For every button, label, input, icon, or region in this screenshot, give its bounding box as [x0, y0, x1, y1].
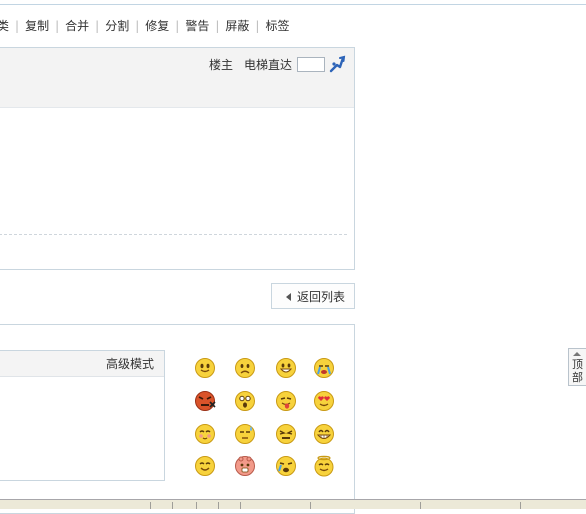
shy-icon[interactable] — [194, 423, 216, 445]
back-to-top-button[interactable]: 顶 部 — [568, 348, 586, 386]
jump-label: 电梯直达 — [243, 58, 292, 72]
tongue-icon[interactable] — [275, 390, 297, 412]
mod-block-button[interactable]: 屏蔽 — [225, 18, 249, 34]
separator: | — [95, 19, 100, 33]
mod-tag-button[interactable]: 标签 — [265, 18, 289, 34]
separator: | — [175, 19, 180, 33]
return-list-button[interactable]: 返回列表 — [271, 283, 355, 309]
louzhu-link[interactable]: 楼主 — [209, 57, 233, 73]
angry-icon[interactable] — [194, 390, 216, 412]
advanced-mode-link[interactable]: 高级模式 — [106, 356, 154, 372]
top-divider — [0, 4, 586, 5]
separator: | — [55, 19, 60, 33]
editor-toolbar: 高级模式 — [0, 351, 164, 377]
mod-repair-button[interactable]: 修复 — [145, 18, 169, 34]
up-arrow-icon — [573, 352, 581, 356]
reply-textarea[interactable] — [0, 377, 164, 480]
return-list-label: 返回列表 — [297, 290, 346, 304]
laugh-icon[interactable] — [313, 423, 335, 445]
post-header: 楼主 电梯直达 — [0, 48, 354, 108]
moderation-toolbar: 类 | 复制 | 合并 | 分割 | 修复 | 警告 | 屏蔽 | 标签 — [0, 18, 289, 34]
happy-icon[interactable] — [194, 455, 216, 477]
left-arrow-icon — [286, 293, 291, 301]
separator: | — [135, 19, 140, 33]
separator: | — [15, 19, 20, 33]
separator: | — [215, 19, 220, 33]
sweat-icon[interactable] — [234, 423, 256, 445]
post-container: 楼主 电梯直达 — [0, 47, 355, 270]
angel-icon[interactable] — [313, 455, 335, 477]
mod-merge-button[interactable]: 合并 — [65, 18, 89, 34]
back-to-top-char-1: 顶 — [572, 358, 583, 371]
jump-go-icon[interactable] — [328, 54, 346, 74]
shocked-icon[interactable] — [234, 390, 256, 412]
separator: | — [255, 19, 260, 33]
reply-editor: 高级模式 — [0, 350, 165, 481]
jump-floor-input[interactable] — [297, 57, 325, 72]
mod-move-button[interactable]: 类 — [0, 18, 9, 34]
post-divider — [0, 234, 347, 235]
sad-icon[interactable] — [234, 357, 256, 379]
mod-split-button[interactable]: 分割 — [105, 18, 129, 34]
disgust-icon[interactable] — [275, 423, 297, 445]
mod-warn-button[interactable]: 警告 — [185, 18, 209, 34]
cry-icon[interactable] — [313, 357, 335, 379]
back-to-top-char-2: 部 — [572, 371, 583, 384]
mod-copy-button[interactable]: 复制 — [25, 18, 49, 34]
smile-icon[interactable] — [194, 357, 216, 379]
grin-icon[interactable] — [275, 357, 297, 379]
dizzy-icon[interactable] — [234, 455, 256, 477]
sob-icon[interactable] — [275, 455, 297, 477]
fast-reply-container: 高级模式 — [0, 324, 355, 514]
love-icon[interactable] — [313, 390, 335, 412]
